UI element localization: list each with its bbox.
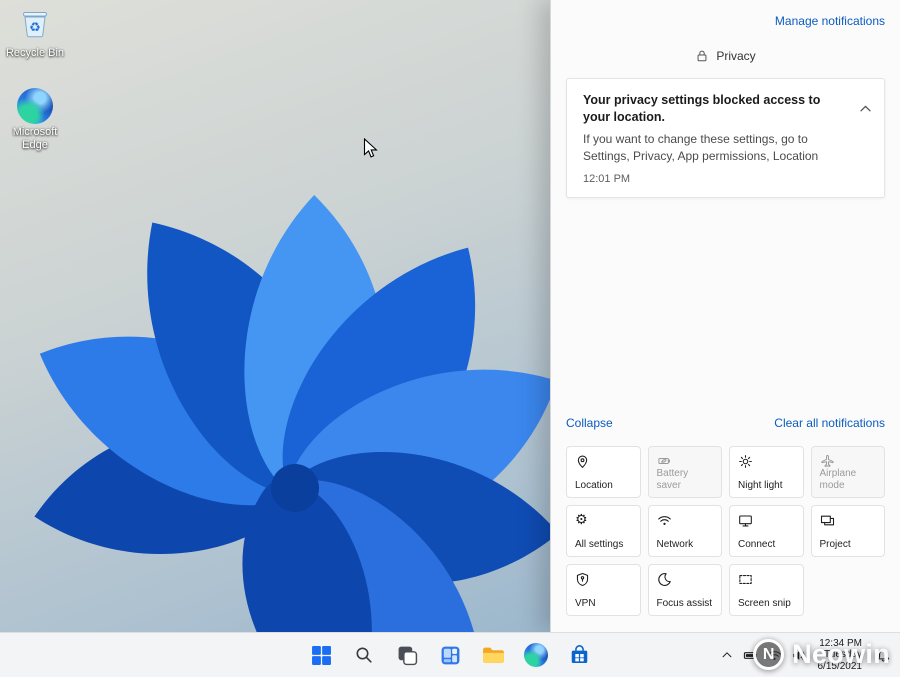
tile-label: All settings bbox=[575, 538, 624, 550]
tile-label: Screen snip bbox=[738, 597, 791, 609]
recycle-bin-icon: ♻ bbox=[18, 6, 52, 45]
search-icon bbox=[356, 647, 372, 663]
battery-icon bbox=[743, 651, 756, 659]
action-center-panel: Manage notifications Privacy Your privac… bbox=[550, 0, 900, 632]
taskbar: 12:34 PM Tuesday 6/15/2021 bbox=[0, 632, 900, 677]
tile-label: Focus assist bbox=[656, 597, 713, 609]
start-button[interactable] bbox=[302, 636, 340, 674]
volume-tray-button[interactable] bbox=[788, 640, 809, 670]
battery-leaf-icon bbox=[657, 458, 670, 464]
clock-time: 12:34 PM bbox=[819, 637, 862, 649]
notification-bell-icon bbox=[877, 649, 890, 662]
quick-action-focus-assist[interactable]: Focus assist bbox=[647, 564, 722, 616]
tile-label: Connect bbox=[738, 538, 776, 550]
moon-icon bbox=[657, 573, 671, 586]
widgets-icon bbox=[441, 646, 459, 664]
task-view-icon bbox=[398, 646, 417, 665]
quick-action-screen-snip[interactable]: Screen snip bbox=[729, 564, 804, 616]
clock-date: 6/15/2021 bbox=[817, 660, 863, 672]
notification-body: If you want to change these settings, go… bbox=[583, 131, 819, 163]
notification-group-title: Privacy bbox=[716, 49, 756, 63]
sun-icon bbox=[739, 455, 752, 468]
tile-label: Project bbox=[819, 538, 851, 550]
dual-screen-icon bbox=[820, 515, 834, 526]
microsoft-edge-button[interactable] bbox=[517, 636, 555, 674]
desktop-icon-label: Recycle Bin bbox=[5, 47, 65, 59]
quick-action-airplane-mode[interactable]: Airplane mode bbox=[810, 446, 885, 498]
widgets-button[interactable] bbox=[431, 636, 469, 674]
notification-timestamp: 12:01 PM bbox=[583, 173, 631, 186]
bloom-wallpaper bbox=[12, 182, 550, 632]
tile-label: Airplane mode bbox=[819, 468, 857, 491]
notification-title: Your privacy settings blocked access to … bbox=[583, 93, 821, 124]
edge-logo-icon bbox=[17, 88, 53, 124]
battery-tray-button[interactable] bbox=[740, 640, 761, 670]
folder-icon bbox=[482, 647, 504, 663]
chevron-up-icon bbox=[722, 652, 731, 658]
windows-logo-icon bbox=[311, 645, 331, 665]
windows-11-desktop: ♻ Recycle Bin Microsoft Edge Manage noti… bbox=[0, 0, 900, 677]
quick-action-location[interactable]: Location bbox=[566, 446, 641, 498]
collapse-link[interactable]: Collapse bbox=[566, 416, 613, 430]
notification-group-header: Privacy bbox=[566, 49, 885, 63]
snip-icon bbox=[739, 575, 752, 584]
gear-icon: ⚙ bbox=[575, 512, 588, 528]
clock-day: Tuesday bbox=[824, 649, 862, 661]
wifi-icon bbox=[657, 516, 671, 525]
quick-action-vpn[interactable]: VPN bbox=[566, 564, 641, 616]
collapse-notification-chevron-icon[interactable] bbox=[860, 99, 871, 117]
quick-action-network[interactable]: Network bbox=[647, 505, 722, 557]
location-pin-icon bbox=[577, 455, 588, 468]
privacy-app-icon bbox=[697, 50, 707, 62]
quick-action-battery-saver[interactable]: Battery saver bbox=[647, 446, 722, 498]
svg-text:♻: ♻ bbox=[29, 20, 41, 35]
task-view-button[interactable] bbox=[388, 636, 426, 674]
tile-label: Battery saver bbox=[656, 468, 689, 491]
tile-label: Night light bbox=[738, 479, 783, 491]
desktop-icon-label: Microsoft Edge bbox=[12, 126, 58, 151]
network-icon bbox=[767, 650, 781, 660]
store-bag-icon bbox=[571, 644, 587, 663]
microsoft-store-button[interactable] bbox=[560, 636, 598, 674]
network-tray-button[interactable] bbox=[764, 640, 785, 670]
clear-all-notifications-link[interactable]: Clear all notifications bbox=[774, 416, 885, 430]
taskbar-center-icons bbox=[302, 633, 598, 677]
manage-notifications-link[interactable]: Manage notifications bbox=[775, 14, 885, 28]
quick-action-project[interactable]: Project bbox=[810, 505, 885, 557]
notifications-button[interactable] bbox=[873, 640, 894, 670]
taskbar-system-tray: 12:34 PM Tuesday 6/15/2021 bbox=[717, 633, 895, 677]
desktop-icon-microsoft-edge[interactable]: Microsoft Edge bbox=[0, 88, 70, 151]
quick-actions-grid: Location Battery saver Night light Airpl… bbox=[566, 446, 885, 616]
search-button[interactable] bbox=[345, 636, 383, 674]
airplane-icon bbox=[820, 454, 834, 467]
desktop-icon-recycle-bin[interactable]: ♻ Recycle Bin bbox=[0, 6, 70, 60]
shield-icon bbox=[576, 572, 589, 587]
tile-label: Network bbox=[656, 538, 694, 550]
privacy-notification-card[interactable]: Your privacy settings blocked access to … bbox=[566, 78, 885, 199]
tile-label: VPN bbox=[575, 597, 596, 609]
volume-icon bbox=[792, 650, 805, 660]
quick-action-connect[interactable]: Connect bbox=[729, 505, 804, 557]
file-explorer-button[interactable] bbox=[474, 636, 512, 674]
quick-action-night-light[interactable]: Night light bbox=[729, 446, 804, 498]
tile-label: Location bbox=[575, 479, 613, 491]
quick-action-all-settings[interactable]: ⚙ All settings bbox=[566, 505, 641, 557]
taskbar-clock[interactable]: 12:34 PM Tuesday 6/15/2021 bbox=[818, 638, 863, 673]
monitor-icon bbox=[739, 515, 752, 527]
show-hidden-icons-button[interactable] bbox=[717, 640, 737, 670]
edge-logo-icon bbox=[524, 643, 548, 667]
